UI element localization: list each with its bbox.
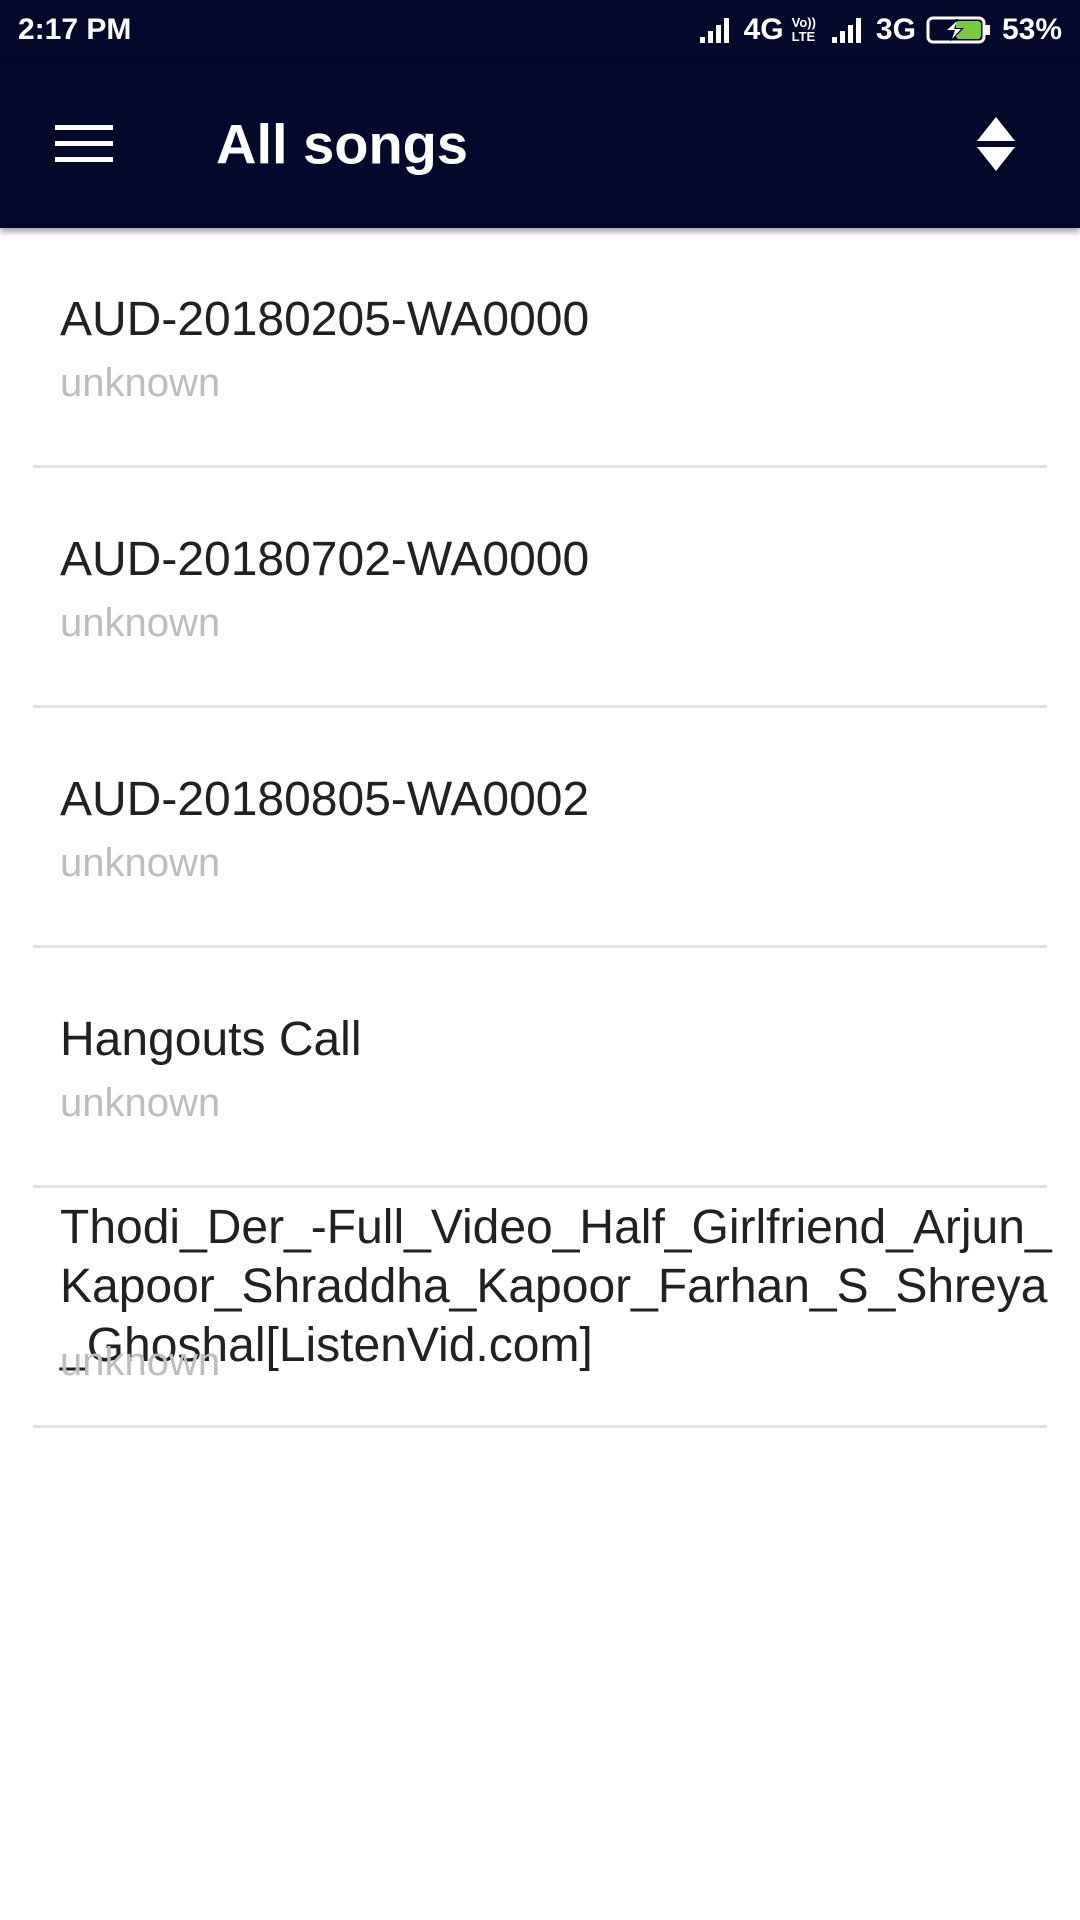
song-item[interactable]: Thodi_Der_-Full_Video_Half_Girlfriend_Ar… bbox=[0, 1188, 1080, 1428]
sort-icon bbox=[977, 117, 1015, 171]
battery-percent: 53% bbox=[1001, 13, 1062, 46]
song-title: AUD-20180205-WA0000 bbox=[60, 293, 590, 346]
volte-top-text: Vo)) bbox=[791, 15, 816, 30]
song-item[interactable]: AUD-20180805-WA0002 unknown bbox=[0, 708, 1080, 948]
status-time: 2:17 PM bbox=[18, 13, 132, 46]
status-bar: 2:17 PM 4G Vo)) LTE 3G 53% bbox=[0, 0, 1080, 60]
song-title: AUD-20180805-WA0002 bbox=[60, 773, 590, 826]
volte-indicator: Vo)) LTE bbox=[792, 16, 816, 44]
song-artist: unknown bbox=[60, 361, 221, 405]
network-type-label-2: 3G bbox=[875, 13, 916, 46]
song-artist: unknown bbox=[60, 1081, 221, 1125]
song-item[interactable]: AUD-20180205-WA0000 unknown bbox=[0, 228, 1080, 468]
song-list: AUD-20180205-WA0000 unknown AUD-20180702… bbox=[0, 228, 1080, 1428]
page-title: All songs bbox=[216, 112, 469, 176]
divider bbox=[33, 1425, 1047, 1428]
song-artist: unknown bbox=[60, 601, 221, 645]
network-type-label: 4G bbox=[743, 13, 784, 46]
song-title: Hangouts Call bbox=[60, 1013, 362, 1066]
song-item[interactable]: AUD-20180702-WA0000 unknown bbox=[0, 468, 1080, 708]
volte-bottom-text: LTE bbox=[791, 29, 816, 44]
app-bar: All songs bbox=[0, 60, 1080, 228]
battery-charging-icon bbox=[926, 16, 990, 44]
song-artist: unknown bbox=[60, 841, 221, 885]
signal-icon bbox=[699, 18, 729, 43]
song-title: AUD-20180702-WA0000 bbox=[60, 533, 590, 586]
menu-icon bbox=[55, 125, 113, 162]
sort-button[interactable] bbox=[952, 100, 1040, 188]
song-item[interactable]: Hangouts Call unknown bbox=[0, 948, 1080, 1188]
signal-icon-2 bbox=[831, 18, 861, 43]
menu-button[interactable] bbox=[40, 100, 128, 188]
song-artist: unknown bbox=[60, 1340, 221, 1384]
